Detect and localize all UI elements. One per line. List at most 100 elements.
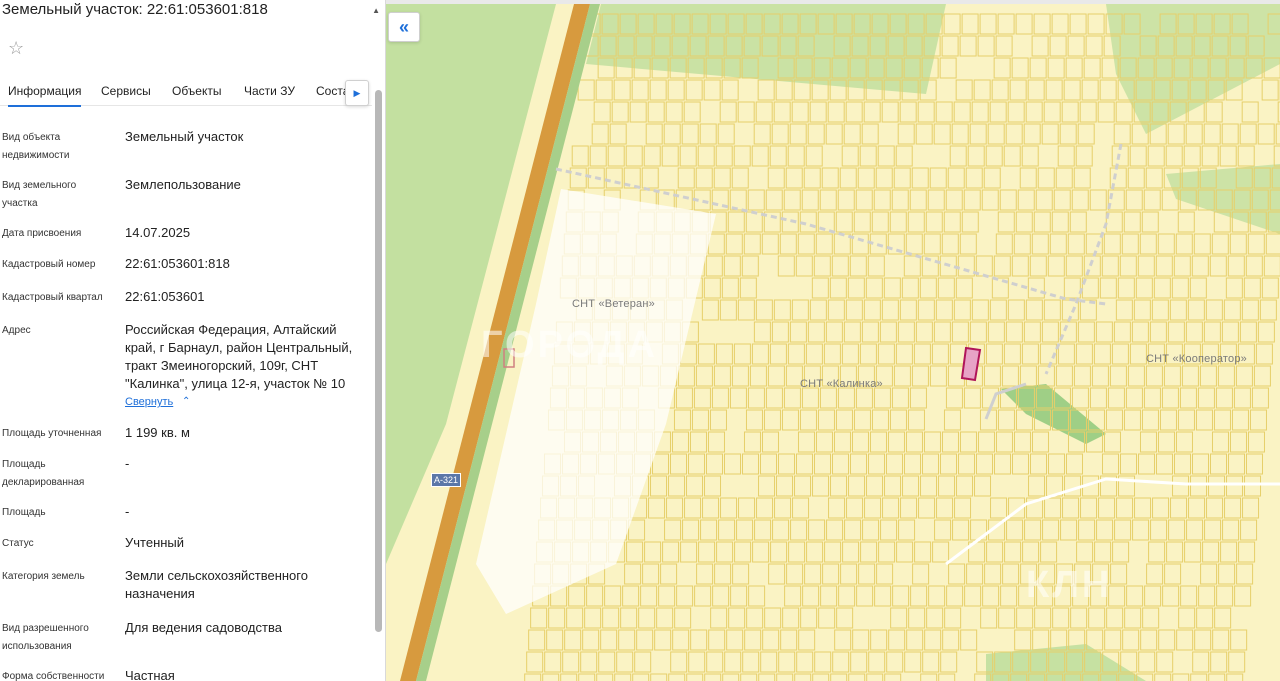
parcel <box>1136 278 1152 298</box>
parcel <box>543 674 559 681</box>
parcel <box>846 102 862 122</box>
parcel <box>798 234 814 254</box>
parcel <box>1243 498 1259 518</box>
parcel <box>822 168 838 188</box>
parcel <box>1123 630 1139 650</box>
parcel <box>883 498 899 518</box>
parcel <box>930 168 946 188</box>
parcel <box>1227 476 1243 496</box>
parcel <box>1126 190 1142 210</box>
parcel <box>1089 608 1105 628</box>
parcel <box>1056 366 1072 386</box>
cadastral-map[interactable]: ГОРОДА КЛН СНТ «Ветеран» СНТ «Калинка» С… <box>386 4 1280 681</box>
parcel <box>1105 630 1121 650</box>
parcel <box>885 674 901 681</box>
tab-parts[interactable]: Части ЗУ <box>244 84 295 98</box>
parcel <box>698 344 714 364</box>
parcel <box>996 234 1012 254</box>
parcel <box>689 652 705 672</box>
parcel <box>890 212 906 232</box>
parcel <box>664 124 680 144</box>
parcel <box>898 322 914 342</box>
parcel <box>635 652 651 672</box>
parcel <box>1004 344 1020 364</box>
parcel <box>785 586 801 606</box>
parcel <box>1144 388 1160 408</box>
parcel <box>732 366 748 386</box>
parcel <box>1195 630 1211 650</box>
parcel <box>1008 102 1024 122</box>
parcel <box>941 652 957 672</box>
parcel <box>706 256 722 276</box>
parcel <box>782 410 798 430</box>
parcel <box>1193 454 1209 474</box>
row-value-land-type: Землепользование <box>125 176 365 194</box>
parcel <box>799 630 815 650</box>
chevron-up-icon[interactable]: ⌃ <box>182 396 190 407</box>
watermark-gorod: ГОРОДА <box>481 324 658 367</box>
parcel <box>752 344 768 364</box>
parcel <box>720 300 736 320</box>
parcel <box>828 300 844 320</box>
parcel <box>1164 366 1180 386</box>
parcel <box>749 586 765 606</box>
parcel <box>957 476 973 496</box>
parcel <box>1088 14 1104 34</box>
collapse-panel-button[interactable]: « <box>388 12 420 42</box>
parcel <box>1202 146 1218 166</box>
parcel <box>1071 608 1087 628</box>
parcel <box>1212 234 1228 254</box>
tab-next-button[interactable]: ▶ <box>345 80 369 106</box>
parcel <box>984 366 1000 386</box>
parcel <box>905 652 921 672</box>
parcel <box>644 146 660 166</box>
parcel <box>1244 278 1260 298</box>
parcel <box>592 124 608 144</box>
parcel <box>698 146 714 166</box>
scrollbar-thumb[interactable] <box>375 90 382 632</box>
parcel <box>833 454 849 474</box>
collapse-link[interactable]: Свернуть <box>125 396 173 408</box>
parcel <box>793 498 809 518</box>
parcel <box>923 454 939 474</box>
parcel <box>597 674 613 681</box>
parcel <box>1172 278 1188 298</box>
parcel <box>913 564 929 584</box>
parcel <box>835 630 851 650</box>
parcel <box>1097 520 1113 540</box>
parcel <box>813 674 829 681</box>
row-label-date: Дата присвоения <box>2 225 112 243</box>
parcel <box>665 520 681 540</box>
scroll-up-icon[interactable]: ▲ <box>372 6 380 15</box>
parcel <box>707 454 723 474</box>
parcel <box>977 454 993 474</box>
parcel <box>1064 80 1080 100</box>
row-value-permitted-use: Для ведения садоводства <box>125 619 365 637</box>
parcel <box>683 520 699 540</box>
parcel <box>1206 102 1222 122</box>
parcel <box>1003 564 1019 584</box>
parcel <box>836 212 852 232</box>
parcel <box>892 190 908 210</box>
parcel <box>1076 146 1092 166</box>
parcel <box>700 124 716 144</box>
parcel <box>962 14 978 34</box>
tab-objects[interactable]: Объекты <box>172 84 222 98</box>
parcel <box>998 410 1014 430</box>
parcel <box>948 168 964 188</box>
parcel <box>1242 102 1258 122</box>
parcel <box>802 388 818 408</box>
parcel <box>1022 344 1038 364</box>
tab-services[interactable]: Сервисы <box>101 84 151 98</box>
parcel <box>1078 124 1094 144</box>
parcel <box>1201 564 1217 584</box>
double-chevron-left-icon: « <box>399 17 409 38</box>
tab-information[interactable]: Информация <box>8 84 81 107</box>
parcel <box>657 608 673 628</box>
star-outline-icon[interactable]: ☆ <box>8 38 24 58</box>
parcel <box>1117 498 1133 518</box>
parcel <box>792 300 808 320</box>
parcel <box>854 212 870 232</box>
parcel <box>911 586 927 606</box>
parcel <box>648 102 664 122</box>
